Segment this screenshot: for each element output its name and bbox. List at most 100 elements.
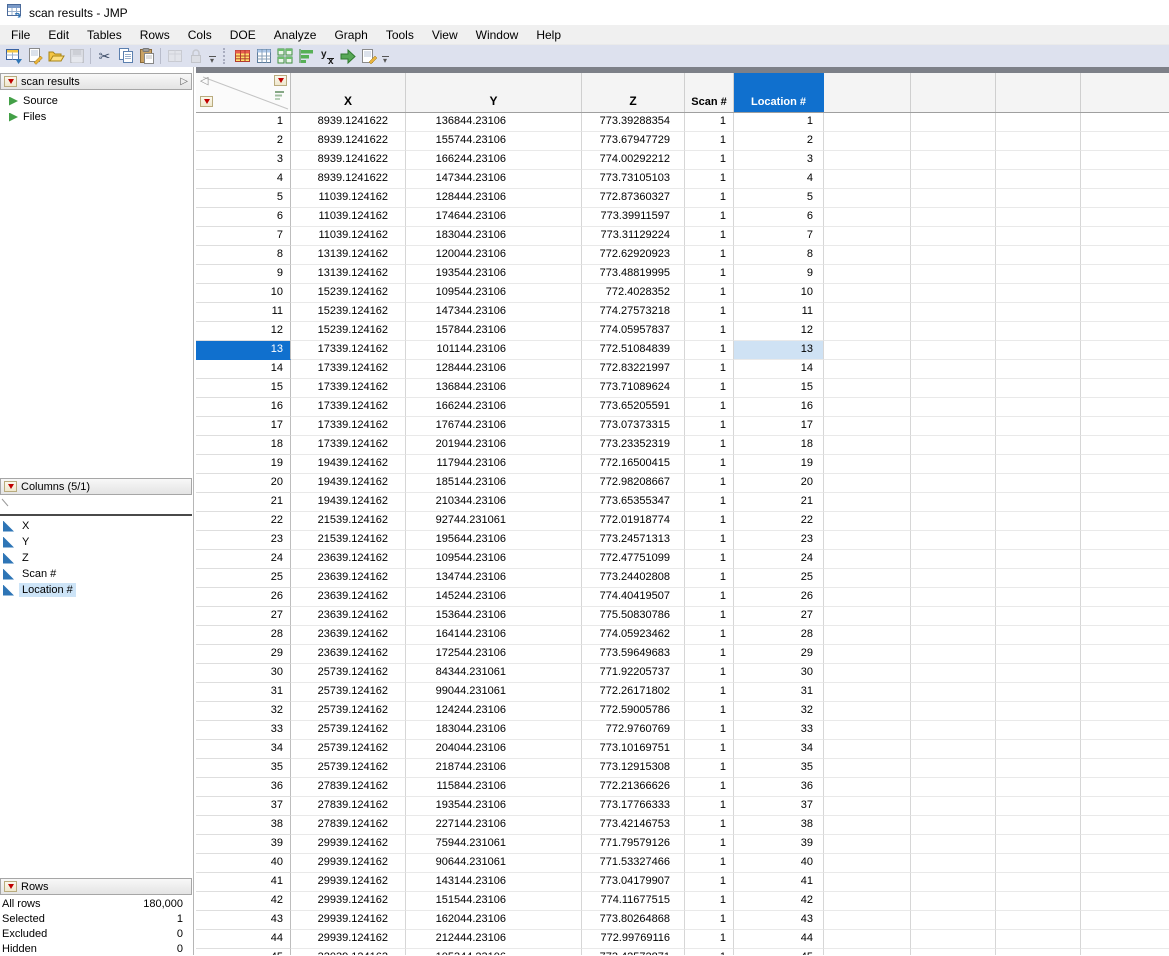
cell[interactable]: 172544.23106 [406,645,582,664]
cell-empty[interactable] [824,341,911,360]
cell-empty[interactable] [824,930,911,949]
cell-empty[interactable] [911,113,996,132]
paste-icon[interactable] [136,46,157,66]
table-panel-item-source[interactable]: Source [0,93,192,109]
cell[interactable]: 772.59005786 [582,702,685,721]
cell-empty[interactable] [1081,816,1169,835]
cell-empty[interactable] [911,265,996,284]
cell-empty[interactable] [824,455,911,474]
cell[interactable]: 25739.124162 [291,683,406,702]
cell[interactable]: 124244.23106 [406,702,582,721]
cell[interactable]: 17339.124162 [291,360,406,379]
cell-empty[interactable] [824,835,911,854]
cell-empty[interactable] [911,189,996,208]
cell-empty[interactable] [1081,569,1169,588]
cell[interactable]: 117944.23106 [406,455,582,474]
cell-empty[interactable] [824,645,911,664]
cell-empty[interactable] [996,170,1081,189]
cell-empty[interactable] [1081,398,1169,417]
cell-empty[interactable] [911,854,996,873]
cell-empty[interactable] [824,740,911,759]
menu-item-window[interactable]: Window [467,26,528,44]
cell[interactable]: 25739.124162 [291,740,406,759]
cell[interactable]: 1 [685,474,734,493]
cell-empty[interactable] [824,398,911,417]
cell-empty[interactable] [1081,930,1169,949]
cell-empty[interactable] [911,892,996,911]
cell-empty[interactable] [824,607,911,626]
cell[interactable]: 771.79579126 [582,835,685,854]
cell[interactable]: 1 [685,588,734,607]
cell-empty[interactable] [996,721,1081,740]
row-number[interactable]: 13 [196,341,291,360]
cell-empty[interactable] [996,949,1081,955]
cell[interactable]: 772.62920923 [582,246,685,265]
cell[interactable]: 11039.124162 [291,189,406,208]
cell[interactable]: 8939.1241622 [291,170,406,189]
cell-empty[interactable] [996,816,1081,835]
cell[interactable]: 1 [685,797,734,816]
cell-empty[interactable] [911,911,996,930]
cell-empty[interactable] [996,626,1081,645]
cell-empty[interactable] [1081,322,1169,341]
cell-empty[interactable] [911,702,996,721]
cell-empty[interactable] [824,493,911,512]
cell-empty[interactable] [1081,436,1169,455]
cell[interactable]: 193544.23106 [406,797,582,816]
column-header-location-[interactable]: Location # [734,73,824,112]
cell[interactable]: 1 [685,607,734,626]
cell[interactable]: 18 [734,436,824,455]
cell[interactable]: 23639.124162 [291,550,406,569]
cell-empty[interactable] [824,531,911,550]
cell[interactable]: 773.39288354 [582,113,685,132]
cell-empty[interactable] [824,721,911,740]
cell-empty[interactable] [1081,740,1169,759]
cell[interactable]: 1 [685,151,734,170]
cell[interactable]: 1 [685,493,734,512]
cell[interactable]: 8939.1241622 [291,113,406,132]
cell[interactable]: 1 [685,189,734,208]
cell[interactable]: 772.98208667 [582,474,685,493]
cell[interactable]: 32039.124162 [291,949,406,955]
row-number[interactable]: 29 [196,645,291,664]
cell[interactable]: 35 [734,759,824,778]
cell[interactable]: 772.9760769 [582,721,685,740]
expand-right-icon[interactable]: ▷ [180,76,188,87]
cell[interactable]: 1 [685,949,734,955]
cell-empty[interactable] [824,246,911,265]
table-panel-menu-button[interactable] [4,76,17,87]
cell[interactable]: 136844.23106 [406,379,582,398]
cell[interactable]: 2 [734,132,824,151]
cell-empty[interactable] [996,455,1081,474]
cell[interactable]: 4 [734,170,824,189]
row-number[interactable]: 42 [196,892,291,911]
cell-empty[interactable] [996,645,1081,664]
column-list-item-location-[interactable]: Location # [0,582,192,598]
cell[interactable]: 20 [734,474,824,493]
cell[interactable]: 15 [734,379,824,398]
cell-empty[interactable] [911,683,996,702]
cell[interactable]: 25739.124162 [291,721,406,740]
cell[interactable]: 23639.124162 [291,569,406,588]
row-number[interactable]: 30 [196,664,291,683]
cell[interactable]: 773.71089624 [582,379,685,398]
menu-item-file[interactable]: File [2,26,39,44]
cell-empty[interactable] [911,531,996,550]
cell[interactable]: 36 [734,778,824,797]
cell-empty[interactable] [1081,873,1169,892]
cell-empty[interactable] [1081,949,1169,955]
cell[interactable]: 29939.124162 [291,854,406,873]
cell[interactable]: 45 [734,949,824,955]
row-number[interactable]: 26 [196,588,291,607]
cell[interactable]: 162044.23106 [406,911,582,930]
column-list-item-y[interactable]: Y [0,534,192,550]
column-header-empty[interactable] [996,73,1081,112]
cell[interactable]: 1 [685,303,734,322]
column-header-empty[interactable] [824,73,911,112]
cell-empty[interactable] [911,949,996,955]
cell-empty[interactable] [824,892,911,911]
cell-empty[interactable] [1081,284,1169,303]
cell-empty[interactable] [824,759,911,778]
cell[interactable]: 773.73105103 [582,170,685,189]
cell[interactable]: 185144.23106 [406,474,582,493]
